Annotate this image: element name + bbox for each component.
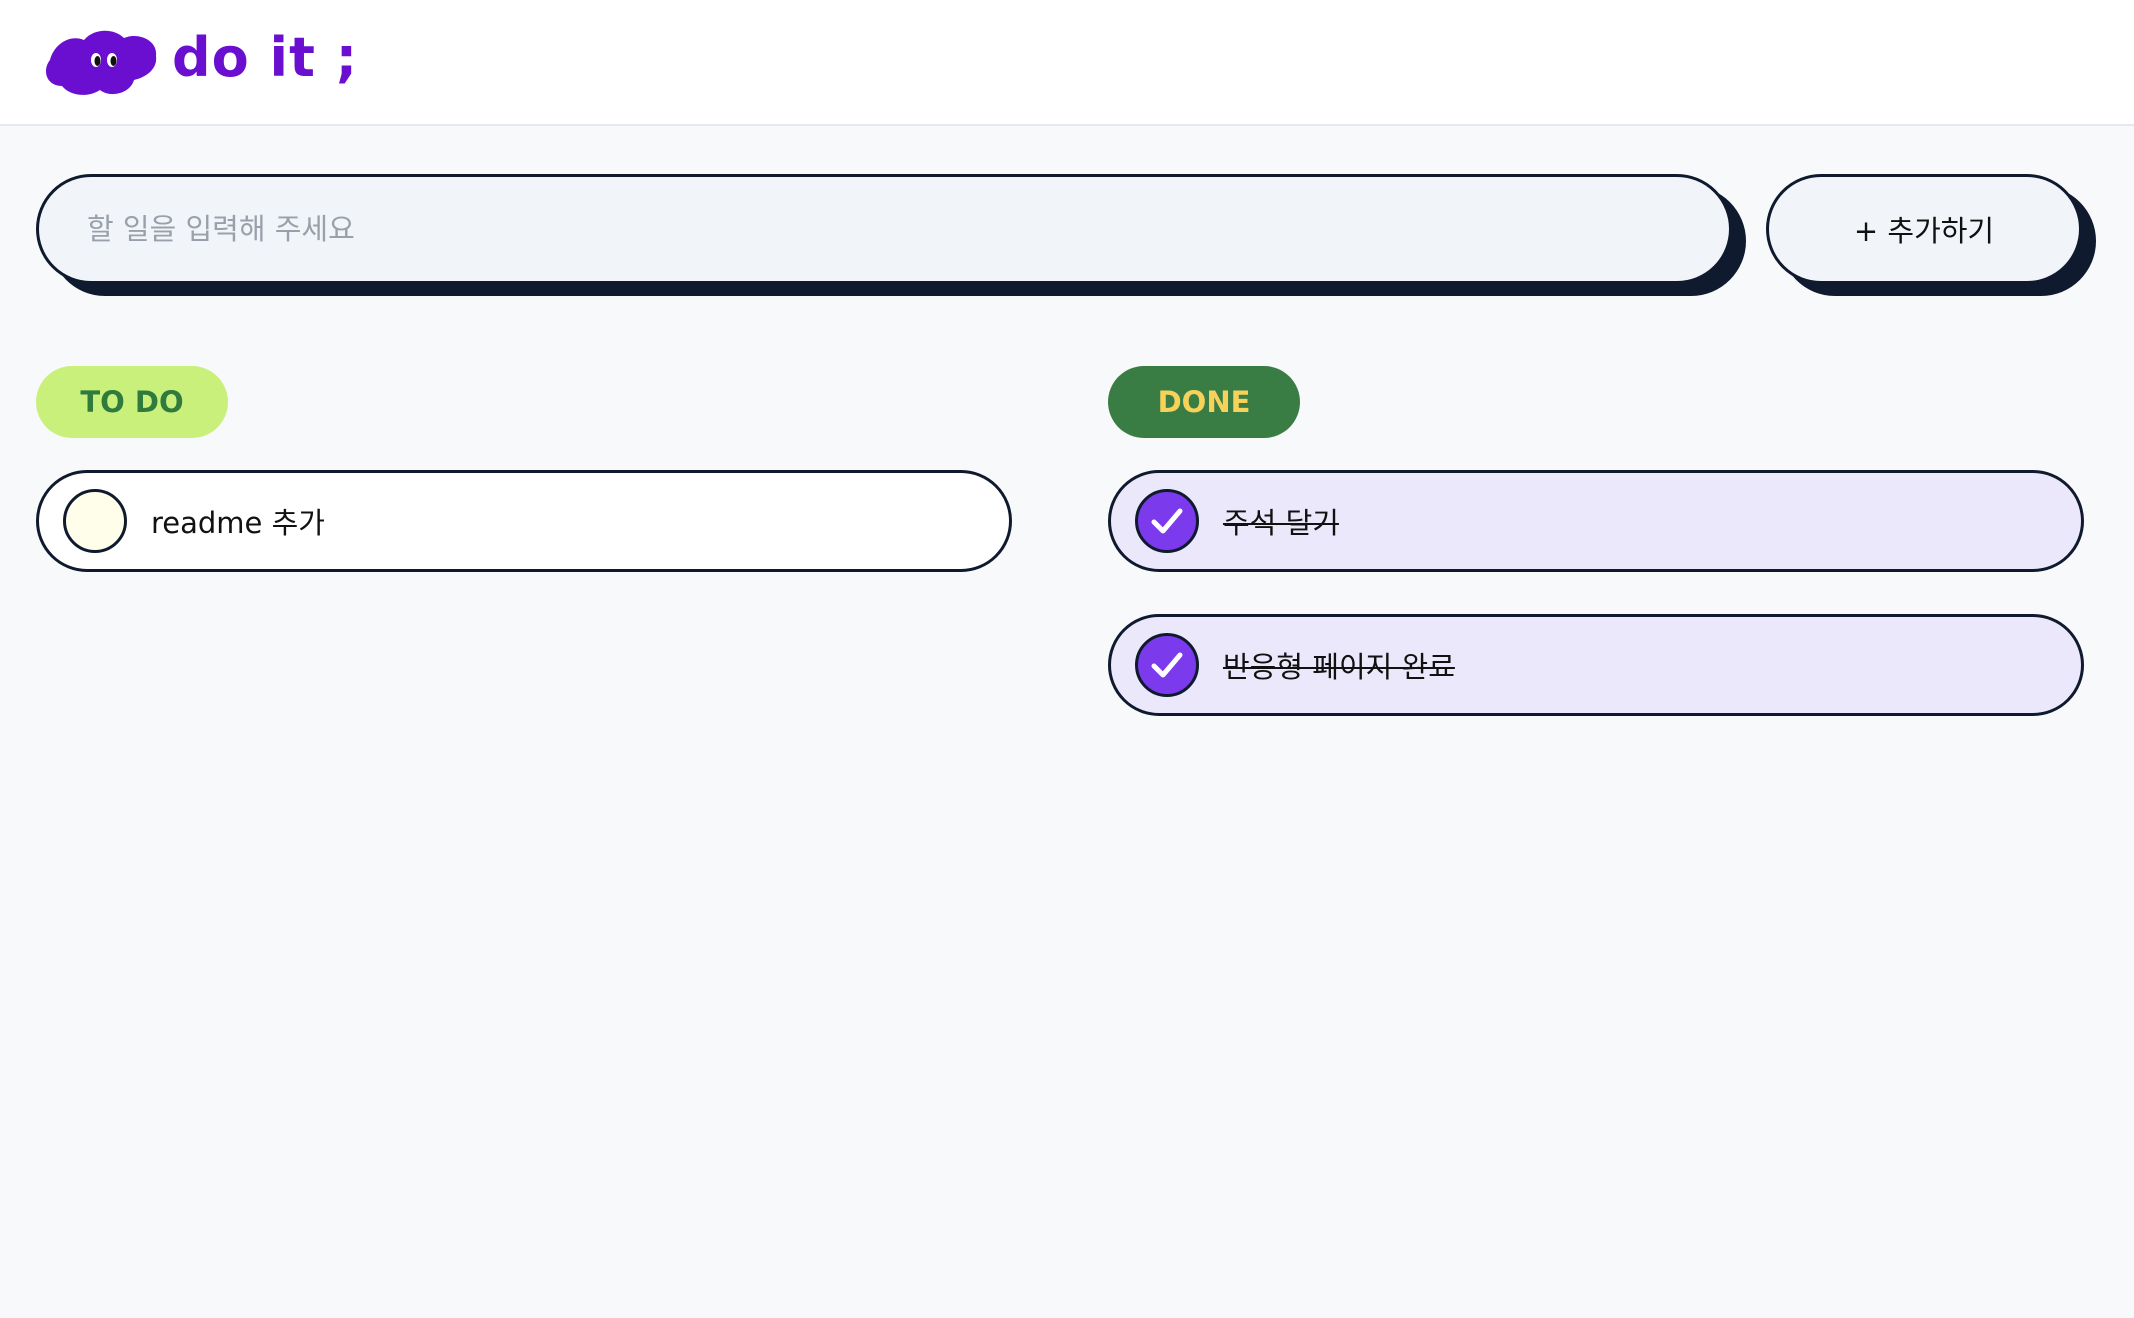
done-checkbox[interactable] <box>1135 633 1199 697</box>
logo[interactable]: do it ; <box>40 26 358 98</box>
app-header: do it ; <box>0 0 2134 126</box>
todo-checkbox[interactable] <box>63 489 127 553</box>
done-item-text: 주석 달기 <box>1223 506 1339 540</box>
task-input[interactable] <box>36 174 1732 284</box>
done-list-item[interactable]: 주석 달기 <box>1108 470 2084 572</box>
done-checkbox[interactable] <box>1135 489 1199 553</box>
todo-list-item[interactable]: readme 추가 <box>36 470 1012 572</box>
checkmark-icon <box>1151 652 1183 678</box>
todo-item-text: readme 추가 <box>151 506 325 540</box>
done-list-item[interactable]: 반응형 페이지 완료 <box>1108 614 2084 716</box>
cloud-with-eyes-icon <box>46 30 157 95</box>
logo-text: do it ; <box>172 26 359 89</box>
add-button[interactable]: + 추가하기 <box>1766 174 2082 284</box>
done-item-text: 반응형 페이지 완료 <box>1223 650 1455 684</box>
checkmark-icon <box>1151 508 1183 534</box>
todo-section-badge: TO DO <box>36 366 228 438</box>
done-section-badge: DONE <box>1108 366 1300 438</box>
